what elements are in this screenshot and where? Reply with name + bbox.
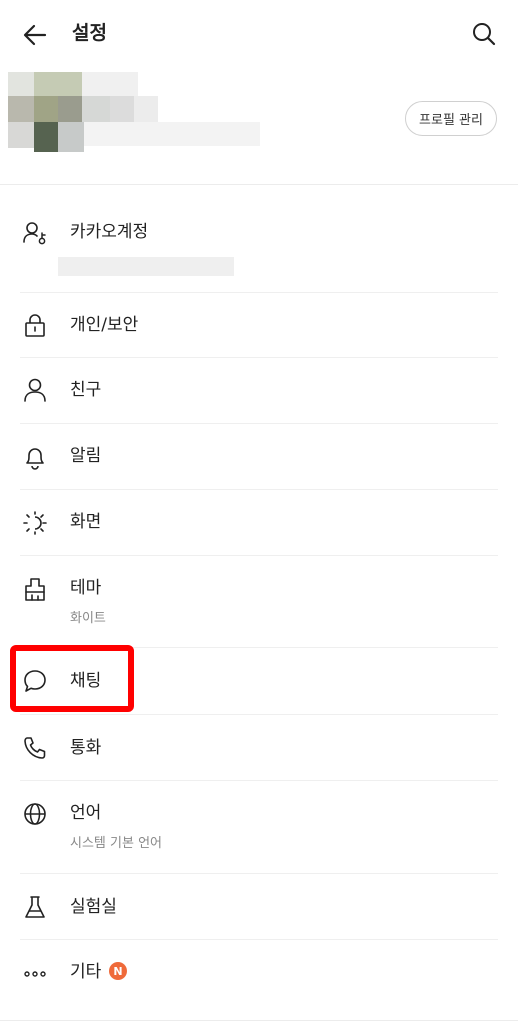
account-key-icon [23, 222, 46, 245]
bell-icon [26, 448, 44, 470]
profile-section[interactable]: 프로필 관리 [0, 66, 518, 185]
flask-icon [25, 896, 45, 918]
divider [0, 1020, 518, 1021]
chat-highlight-box [10, 645, 134, 712]
menu-label-lab: 실험실 [70, 897, 117, 917]
menu-sub-language: 시스템 기본 언어 [70, 836, 162, 851]
menu-item-kakao-account[interactable]: 카카오계정 [0, 214, 518, 292]
brightness-icon [23, 511, 47, 535]
app-header: 설정 [0, 0, 518, 66]
menu-label-kakao-account: 카카오계정 [70, 222, 149, 242]
lock-icon [25, 314, 45, 337]
menu-item-lab[interactable]: 실험실 [0, 874, 518, 939]
profile-manage-button[interactable]: 프로필 관리 [405, 101, 497, 136]
back-button[interactable] [20, 20, 50, 50]
menu-item-language[interactable]: 언어 시스템 기본 언어 [0, 781, 518, 873]
menu-sub-theme: 화이트 [70, 611, 106, 626]
new-badge: N [109, 962, 127, 980]
phone-icon [24, 737, 46, 759]
menu-label-display: 화면 [70, 512, 102, 532]
menu-label-friends: 친구 [70, 380, 102, 400]
menu-label-notifications: 알림 [70, 446, 102, 466]
menu-item-theme[interactable]: 테마 화이트 [0, 556, 518, 646]
person-icon [24, 378, 46, 402]
search-button[interactable] [468, 18, 500, 50]
menu-label-etc: 기타 [70, 962, 102, 982]
menu-label-privacy: 개인/보안 [70, 315, 139, 335]
arrow-left-icon [23, 24, 47, 46]
account-info-blurred [58, 257, 234, 276]
paint-brush-icon [25, 578, 45, 601]
menu-label-call: 통화 [70, 738, 102, 758]
globe-icon [24, 803, 46, 825]
menu-item-notifications[interactable]: 알림 [0, 424, 518, 489]
page-title: 설정 [72, 22, 107, 44]
menu-item-friends[interactable]: 친구 [0, 358, 518, 423]
menu-item-privacy[interactable]: 개인/보안 [0, 293, 518, 357]
menu-label-language: 언어 [70, 803, 102, 823]
menu-item-display[interactable]: 화면 [0, 490, 518, 555]
menu-item-etc[interactable]: 기타 [0, 940, 518, 1006]
more-dots-icon [24, 971, 46, 977]
menu-label-theme: 테마 [70, 578, 102, 598]
search-icon [473, 23, 496, 46]
menu-item-call[interactable]: 통화 [0, 715, 518, 780]
